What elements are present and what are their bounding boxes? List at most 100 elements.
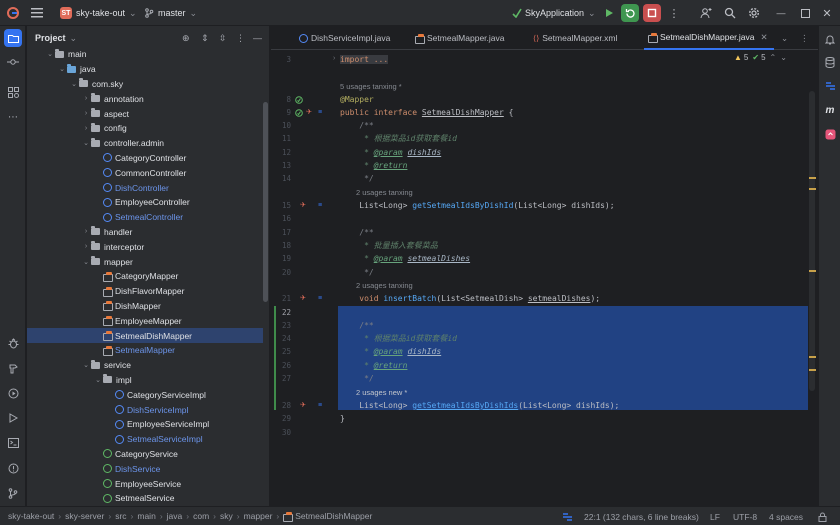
usages-hint[interactable]: 2 usages tanxing (356, 280, 413, 292)
tree-item[interactable]: DishMapper (27, 299, 263, 314)
line-number[interactable]: 14 (271, 172, 291, 185)
line-number[interactable]: 24 (271, 332, 291, 345)
tab-setmealmapper-java[interactable]: SetmealMapper.java (411, 26, 509, 50)
structure-icon[interactable] (4, 83, 22, 101)
usages-hint[interactable]: 2 usages new * (356, 387, 407, 399)
line-separator[interactable]: LF (710, 507, 720, 525)
services-icon[interactable] (4, 384, 22, 402)
rerun-button[interactable] (621, 4, 639, 22)
caret-position[interactable]: 22:1 (132 chars, 6 line breaks) (584, 507, 699, 525)
tree-item[interactable]: › handler (27, 225, 263, 240)
warning-stripe[interactable] (809, 177, 816, 179)
tree-item[interactable]: SetmealMapper (27, 343, 263, 358)
tree-item[interactable]: ⌄ impl (27, 373, 263, 388)
line-number[interactable]: 26 (271, 359, 291, 372)
line-number[interactable]: 23 (271, 319, 291, 332)
inspections-widget[interactable]: ▲ 5 ✔ 5 ⌃ ⌄ (734, 53, 787, 62)
api-mapping-icon[interactable]: ≡ (316, 295, 324, 303)
tree-item[interactable]: EmployeeController (27, 195, 263, 210)
breadcrumb-item[interactable]: sky-server (65, 511, 104, 521)
breadcrumb-item[interactable]: SetmealDishMapper (295, 511, 372, 521)
line-number[interactable]: 16 (271, 212, 291, 225)
ide-logo-icon[interactable] (4, 4, 22, 22)
editor-gutter[interactable]: ✈ ≡ ✈ ≡ ✈ ≡ ✈ ≡ › 3 8 9 10 11 12 13 14 15 16 17 18 1… (271, 51, 337, 506)
chevron-right-icon[interactable]: › (81, 110, 91, 117)
project-tool-icon[interactable] (4, 29, 22, 47)
tree-item[interactable]: CategoryService (27, 447, 263, 462)
line-number[interactable]: 25 (271, 345, 291, 358)
chevron-down-icon[interactable]: ⌄ (70, 33, 78, 44)
run-tool-icon[interactable] (4, 409, 22, 427)
chevron-right-icon[interactable]: › (81, 125, 91, 132)
line-number[interactable]: 30 (271, 426, 291, 439)
tree-item[interactable]: ⌄ mapper (27, 254, 263, 269)
fold-arrow-icon[interactable]: › (333, 55, 335, 62)
search-icon[interactable] (721, 4, 739, 22)
line-number[interactable]: 13 (271, 159, 291, 172)
breadcrumb-item[interactable]: java (167, 511, 183, 521)
import-fold[interactable]: import ... (340, 55, 389, 64)
tab-dishserviceimpl[interactable]: DishServiceImpl.java (295, 26, 394, 50)
maximize-icon[interactable] (796, 4, 814, 22)
tree-item[interactable]: EmployeeServiceImpl (27, 417, 263, 432)
chevron-down-icon[interactable]: ⌄ (69, 80, 79, 88)
git-icon[interactable] (4, 484, 22, 502)
collapse-all-icon[interactable]: ⇳ (219, 33, 227, 44)
tree-item[interactable]: › config (27, 121, 263, 136)
run-config-selector[interactable]: SkyApplication ⌄ (508, 4, 600, 22)
tree-item[interactable]: › interceptor (27, 239, 263, 254)
locate-file-icon[interactable]: ⊕ (182, 33, 190, 44)
main-menu-icon[interactable] (28, 4, 46, 22)
breadcrumb-item[interactable]: main (137, 511, 155, 521)
tree-item[interactable]: › aspect (27, 106, 263, 121)
chevron-down-icon[interactable]: ⌄ (57, 65, 67, 73)
breadcrumb-item[interactable]: com (193, 511, 209, 521)
ai-assistant-icon[interactable] (821, 125, 839, 143)
tree-scrollbar[interactable] (263, 102, 268, 302)
warning-stripe[interactable] (809, 356, 816, 358)
mybatis-bird-icon[interactable]: ✈ (305, 109, 313, 117)
warning-stripe[interactable] (809, 369, 816, 371)
tree-item[interactable]: ⌄ controller.admin (27, 136, 263, 151)
api-icon[interactable] (821, 77, 839, 95)
line-number[interactable]: 29 (271, 412, 291, 425)
tree-item[interactable]: ⌄ java (27, 62, 263, 77)
tree-item[interactable]: EmployeeMapper (27, 313, 263, 328)
chevron-down-icon[interactable]: ⌄ (81, 139, 91, 147)
tree-item[interactable]: DishFlavorMapper (27, 284, 263, 299)
maven-icon[interactable]: m (821, 101, 839, 119)
tree-item[interactable]: SetmealController (27, 210, 263, 225)
line-number[interactable]: 11 (271, 132, 291, 145)
problems-icon[interactable] (4, 459, 22, 477)
api-status-icon[interactable] (562, 507, 573, 525)
breadcrumb-item[interactable]: sky (220, 511, 233, 521)
spring-bean-icon[interactable] (295, 109, 303, 117)
api-mapping-icon[interactable]: ≡ (316, 109, 324, 117)
chevron-right-icon[interactable]: › (81, 228, 91, 235)
lock-icon[interactable] (818, 507, 827, 525)
chevron-right-icon[interactable]: › (81, 95, 91, 102)
chevron-down-icon[interactable]: ⌄ (81, 258, 91, 266)
tab-more-icon[interactable]: ⋮ (796, 26, 813, 50)
warning-stripe[interactable] (809, 188, 816, 190)
indent-setting[interactable]: 4 spaces (769, 507, 803, 525)
line-number[interactable]: 22 (271, 306, 291, 319)
api-mapping-icon[interactable]: ≡ (316, 202, 324, 210)
line-number[interactable]: 19 (271, 252, 291, 265)
tab-setmealdishmapper-java[interactable]: SetmealDishMapper.java ✕ (644, 26, 774, 50)
expand-all-icon[interactable]: ⇕ (201, 33, 209, 44)
mybatis-bird-icon[interactable]: ✈ (299, 202, 307, 210)
line-number[interactable]: 15 (271, 199, 291, 212)
tree-item[interactable]: CategoryMapper (27, 269, 263, 284)
api-mapping-icon[interactable]: ≡ (316, 402, 324, 410)
tab-list-chevron-icon[interactable]: ⌄ (777, 26, 792, 50)
tree-item[interactable]: ⌄ main (27, 47, 263, 62)
scroll-thumb[interactable] (809, 91, 815, 391)
line-number[interactable]: 17 (271, 226, 291, 239)
hide-panel-icon[interactable]: — (253, 33, 262, 43)
breadcrumb-item[interactable]: sky-take-out (8, 511, 54, 521)
line-number[interactable]: 20 (271, 266, 291, 279)
tree-item[interactable]: SetmealService (27, 491, 263, 506)
line-number[interactable]: 27 (271, 372, 291, 385)
commit-icon[interactable] (4, 53, 22, 71)
